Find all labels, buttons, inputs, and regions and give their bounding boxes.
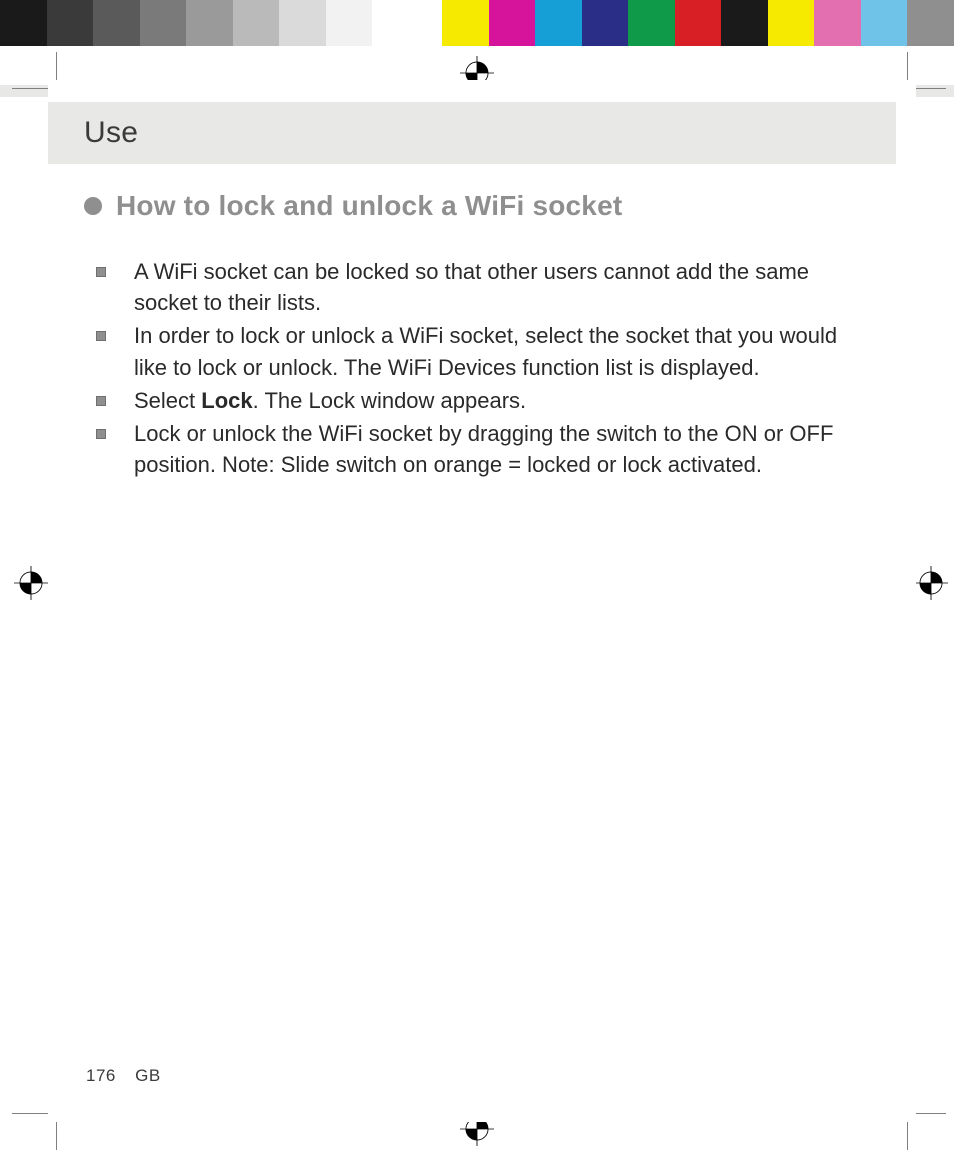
colorbar-cell [186,0,233,46]
colorbar-cell [326,0,373,46]
colorbar-cell [47,0,94,46]
colorbar-cell [814,0,861,46]
list-item-text: In order to lock or unlock a WiFi socket… [134,323,837,379]
colorbar-cell [419,0,442,46]
bullet-dot-icon [84,197,102,215]
list-item-text: . The Lock window appears. [253,388,527,413]
instruction-list: A WiFi socket can be locked so that othe… [84,256,860,481]
colorbar-cell [582,0,629,46]
list-item-text: Select [134,388,201,413]
colorbar-cell [721,0,768,46]
crop-tick [12,1113,48,1114]
header-band-sliver-left [0,85,48,97]
crop-frame: Use How to lock and unlock a WiFi socket… [48,80,916,1122]
list-item-text: Lock or unlock the WiFi socket by draggi… [134,421,833,477]
page-lang: GB [135,1066,161,1085]
colorbar-cell [768,0,815,46]
section-heading-text: How to lock and unlock a WiFi socket [116,190,622,222]
page-title: Use [84,116,138,150]
page-content: How to lock and unlock a WiFi socket A W… [84,190,860,483]
list-item-text: A WiFi socket can be locked so that othe… [134,259,809,315]
colorbar-cell [442,0,489,46]
colorbar-cell [907,0,954,46]
list-item: A WiFi socket can be locked so that othe… [92,256,860,318]
colorbar-cell [372,0,419,46]
page-footer: 176 GB [86,1066,161,1086]
colorbar-cell [675,0,722,46]
page-root: Use How to lock and unlock a WiFi socket… [0,0,954,1166]
registration-mark-icon [914,566,948,600]
colorbar-cell [93,0,140,46]
list-item: Select Lock. The Lock window appears. [92,385,860,416]
crop-tick [12,88,48,89]
print-colorbar [0,0,954,46]
header-band-sliver-right [916,85,954,97]
list-item: In order to lock or unlock a WiFi socket… [92,320,860,382]
page-header-band: Use [48,102,896,164]
colorbar-cell [140,0,187,46]
colorbar-cell [535,0,582,46]
list-item-bold: Lock [201,388,252,413]
list-item: Lock or unlock the WiFi socket by draggi… [92,418,860,480]
colorbar-cell [628,0,675,46]
page-sheet: Use How to lock and unlock a WiFi socket… [48,80,916,1122]
colorbar-cell [489,0,536,46]
section-heading: How to lock and unlock a WiFi socket [84,190,860,222]
page-number: 176 [86,1066,116,1085]
colorbar-cell [233,0,280,46]
colorbar-cell [279,0,326,46]
colorbar-cell [861,0,908,46]
colorbar-cell [0,0,47,46]
registration-mark-icon [14,566,48,600]
